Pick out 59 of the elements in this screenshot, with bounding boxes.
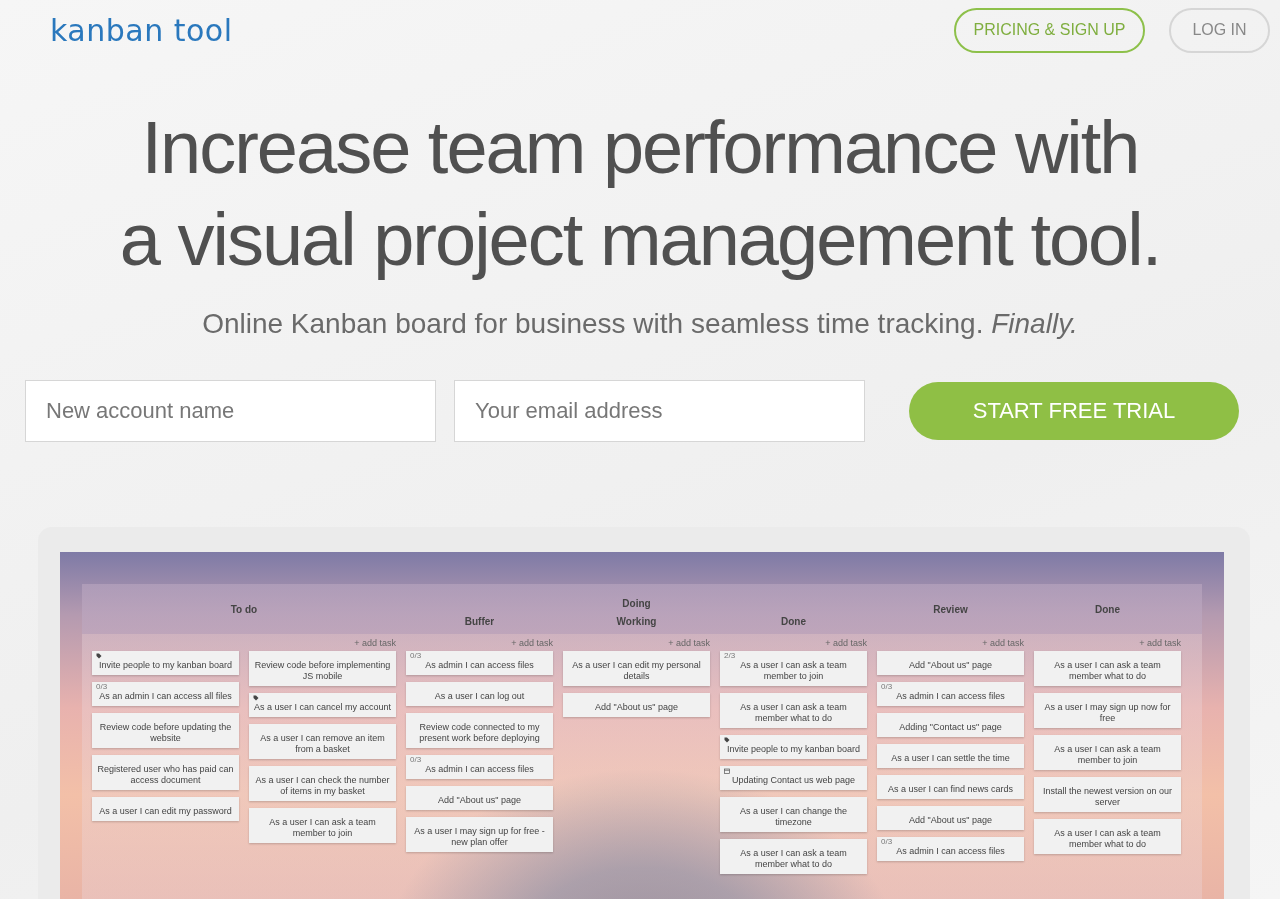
tag-icon (96, 653, 102, 659)
task-card[interactable]: As a user I can change the timezone (720, 797, 867, 832)
tag-icon (724, 737, 730, 743)
column-title: Done (781, 616, 806, 627)
headline: a visual project management tool. (118, 197, 1162, 283)
task-card[interactable]: 0/3 As admin I can access files (877, 837, 1024, 861)
task-card[interactable]: 0/3 As admin I can access files (406, 755, 553, 779)
task-card[interactable]: Add "About us" page (406, 786, 553, 810)
task-card[interactable]: Add "About us" page (877, 651, 1024, 675)
tag-icon (253, 695, 259, 701)
task-card[interactable]: Registered user who has paid can access document (92, 755, 239, 790)
input-field[interactable]: New account name (25, 380, 436, 442)
subtask-counter: 0/3 (881, 682, 893, 691)
task-card[interactable]: 2/3 As a user I can ask a team member to join (720, 651, 867, 686)
task-card[interactable]: As a user I can ask a team member what to do (1034, 651, 1181, 686)
subtask-counter: 0/3 (96, 682, 108, 691)
column-title: Buffer (464, 616, 495, 627)
task-card[interactable]: As a user I can find news cards (877, 775, 1024, 799)
logo[interactable]: kanban tool (50, 12, 233, 48)
column-title: Working (616, 616, 657, 627)
task-card[interactable]: 0/3 As admin I can access files (406, 651, 553, 675)
task-card[interactable]: Review code before updating the website (92, 713, 239, 748)
task-card[interactable]: As a user I can remove an item from a basket (249, 724, 396, 759)
subtask-counter: 0/3 (881, 837, 893, 846)
task-card[interactable]: Review code before implementing JS mobile (249, 651, 396, 686)
task-card[interactable]: Review code connected to my present work before deploying (406, 713, 553, 748)
task-card[interactable]: As a user I can log out (406, 682, 553, 706)
task-card[interactable]: As a user I can ask a team member what to do (720, 839, 867, 874)
calendar-icon (724, 768, 730, 774)
task-card[interactable]: As a user I may sign up now for free (1034, 693, 1181, 728)
task-card[interactable]: As a user I can edit my personal details (563, 651, 710, 686)
task-card[interactable]: 0/3 As an admin I can access all files (92, 682, 239, 706)
task-card[interactable]: As a user I can check the number of items in my basket (249, 766, 396, 801)
task-card[interactable]: 0/3 As admin I can access files (877, 682, 1024, 706)
task-card[interactable]: As a user I can edit my password (92, 797, 239, 821)
task-card[interactable]: As a user I can cancel my account (249, 693, 396, 717)
column-title: Done (1095, 603, 1120, 615)
column-title: To do (230, 603, 258, 615)
task-card[interactable]: Updating Contact us web page (720, 766, 867, 790)
task-card[interactable]: As a user I can settle the time (877, 744, 1024, 768)
task-card[interactable]: Invite people to my kanban board (92, 651, 239, 675)
subtask-counter: 0/3 (410, 755, 422, 764)
task-card[interactable]: As a user I may sign up for free - new plan offer (406, 817, 553, 852)
subtask-counter: 0/3 (410, 651, 422, 660)
input-field[interactable]: Your email address (454, 380, 865, 442)
column-title: Review (933, 603, 968, 615)
task-card[interactable]: As a user I can ask a team member what to do (1034, 819, 1181, 854)
task-card[interactable]: As a user I can ask a team member to join (249, 808, 396, 843)
column-group-title: Doing (622, 598, 651, 609)
task-card[interactable]: Install the newest version on our server (1034, 777, 1181, 812)
task-card[interactable]: Invite people to my kanban board (720, 735, 867, 759)
task-card[interactable]: Add "About us" page (877, 806, 1024, 830)
task-card[interactable]: As a user I can ask a team member to join (1034, 735, 1181, 770)
task-card[interactable]: As a user I can ask a team member what to do (720, 693, 867, 728)
subtitle: Online Kanban board for business with seamless time tracking. Finally. (201, 308, 1079, 340)
task-card[interactable]: Adding "Contact us" page (877, 713, 1024, 737)
task-card[interactable]: Add "About us" page (563, 693, 710, 717)
subtask-counter: 2/3 (724, 651, 736, 660)
headline: Increase team performance with (140, 105, 1140, 191)
